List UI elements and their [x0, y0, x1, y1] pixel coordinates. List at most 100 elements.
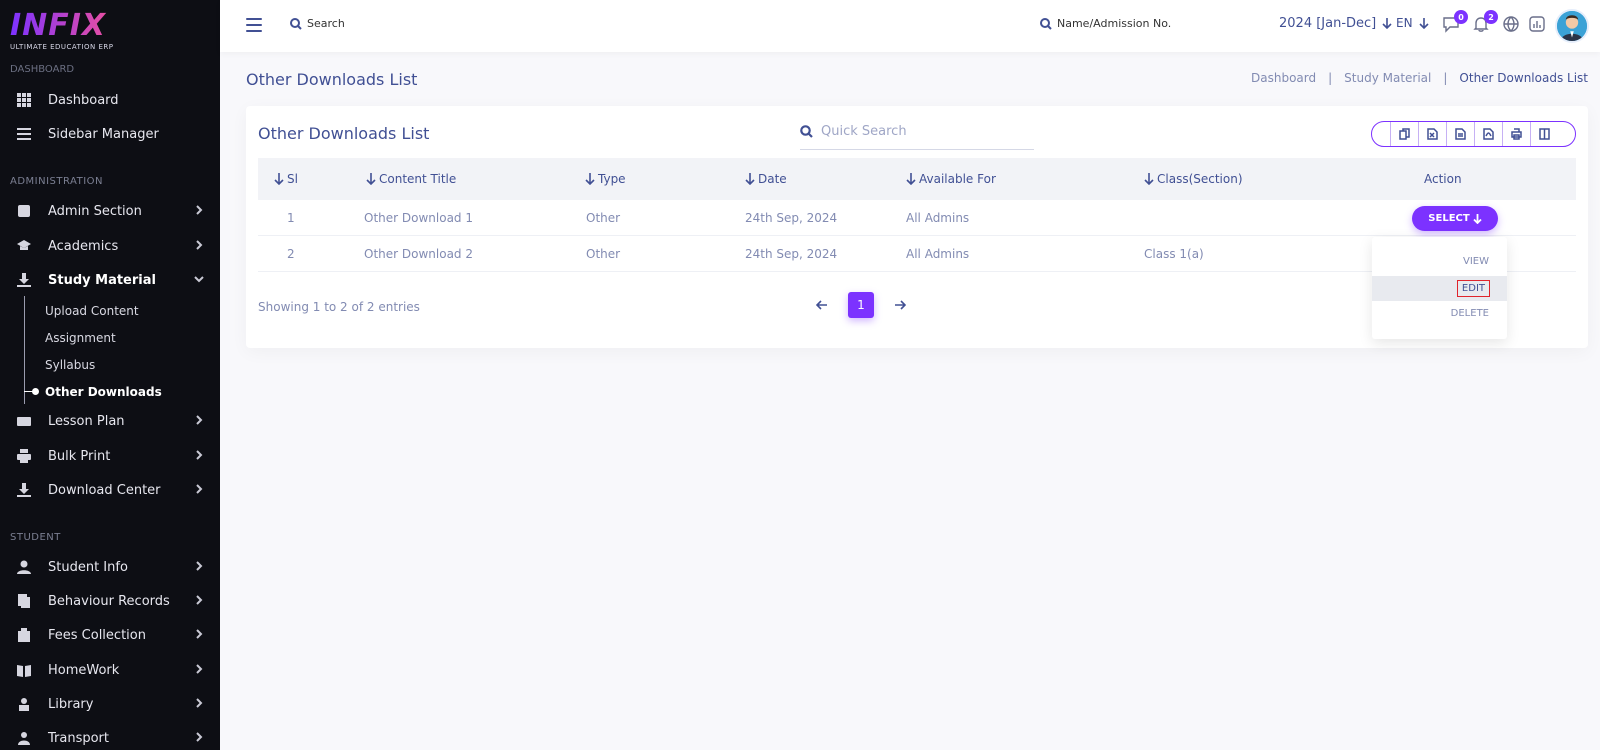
sidebar-item-label: HomeWork	[48, 662, 120, 678]
column-header-type[interactable]: Type	[585, 172, 626, 186]
pdf-button[interactable]	[1474, 122, 1502, 146]
download-icon	[0, 273, 48, 287]
chevron-right-icon	[194, 449, 204, 460]
sort-arrow-icon	[274, 173, 284, 185]
printer-icon	[0, 449, 48, 463]
top-search[interactable]: Search	[290, 17, 345, 30]
cell-content-title: Other Download 1	[364, 211, 473, 225]
chevron-right-icon	[194, 663, 204, 674]
sidebar-item-label: Sidebar Manager	[48, 126, 159, 142]
sidebar-item-sidebar-manager[interactable]: Sidebar Manager	[0, 118, 220, 150]
sidebar-item-homework[interactable]: HomeWork	[0, 654, 220, 686]
sidebar-item-behaviour-records[interactable]: Behaviour Records	[0, 585, 220, 617]
print-button[interactable]	[1502, 122, 1530, 146]
pdf-icon	[1483, 128, 1494, 140]
submenu-item-upload-content[interactable]: Upload Content	[45, 304, 139, 318]
csv-icon	[1455, 128, 1466, 140]
academic-year-selector[interactable]: 2024 [Jan-Dec]	[1279, 16, 1392, 31]
book-icon	[0, 663, 48, 677]
language-selector[interactable]: EN	[1396, 16, 1429, 30]
sidebar-item-label: Transport	[48, 730, 110, 746]
previous-page-button[interactable]	[815, 296, 828, 315]
graduation-cap-icon	[0, 239, 48, 253]
table-row: 1 Other Download 1 Other 24th Sep, 2024 …	[258, 200, 1576, 236]
arrow-down-icon	[1382, 18, 1392, 29]
sidebar-item-bulk-print[interactable]: Bulk Print	[0, 440, 220, 472]
dropdown-item-view[interactable]: VIEW	[1463, 256, 1489, 267]
notifications-button[interactable]: 2	[1472, 10, 1498, 35]
globe-button[interactable]	[1502, 15, 1522, 35]
sidebar-section-student: STUDENT	[10, 532, 61, 543]
copy-button[interactable]	[1390, 122, 1418, 146]
submenu-item-syllabus[interactable]: Syllabus	[45, 358, 95, 372]
column-header-available-for[interactable]: Available For	[906, 172, 996, 186]
select-action-button[interactable]: SELECT	[1412, 206, 1498, 231]
records-icon	[0, 594, 48, 608]
copy-icon	[1399, 128, 1410, 140]
sidebar-item-label: Student Info	[48, 559, 128, 575]
chevron-right-icon	[194, 560, 204, 571]
dropdown-item-edit[interactable]: EDIT	[1456, 280, 1490, 297]
breadcrumb: Dashboard | Study Material | Other Downl…	[1251, 71, 1588, 85]
excel-button[interactable]	[1418, 122, 1446, 146]
chart-icon	[1529, 16, 1545, 32]
admission-search-label: Name/Admission No.	[1057, 17, 1172, 30]
page-number-button[interactable]: 1	[848, 292, 874, 318]
column-header-date[interactable]: Date	[745, 172, 787, 186]
sidebar-item-library[interactable]: Library	[0, 688, 220, 720]
sidebar-item-academics[interactable]: Academics	[0, 230, 220, 262]
column-header-label: Type	[598, 172, 626, 186]
column-header-sl[interactable]: Sl	[274, 172, 298, 186]
cell-type: Other	[586, 247, 621, 261]
sidebar-item-admin-section[interactable]: Admin Section	[0, 195, 220, 227]
language-value: EN	[1396, 16, 1413, 30]
analytics-button[interactable]	[1528, 15, 1548, 35]
sidebar-item-label: Admin Section	[48, 203, 142, 219]
hamburger-menu-icon[interactable]	[246, 18, 262, 32]
breadcrumb-dashboard[interactable]: Dashboard	[1251, 71, 1316, 85]
user-icon	[0, 560, 48, 574]
csv-button[interactable]	[1446, 122, 1474, 146]
sidebar-item-lesson-plan[interactable]: Lesson Plan	[0, 405, 220, 437]
cell-content-title: Other Download 2	[364, 247, 473, 261]
sidebar-item-fees-collection[interactable]: Fees Collection	[0, 619, 220, 651]
entries-info: Showing 1 to 2 of 2 entries	[258, 300, 420, 314]
logo[interactable]: INFIX ULTIMATE EDUCATION ERP	[0, 0, 220, 62]
top-search-label: Search	[307, 17, 345, 30]
sidebar-item-dashboard[interactable]: Dashboard	[0, 84, 220, 116]
columns-button[interactable]	[1530, 122, 1558, 146]
messages-button[interactable]: 0	[1442, 10, 1468, 35]
column-header-content-title[interactable]: Content Title	[366, 172, 456, 186]
column-header-label: Date	[758, 172, 787, 186]
sidebar-item-label: Library	[48, 696, 94, 712]
sort-arrow-icon	[745, 173, 755, 185]
breadcrumb-separator: |	[1443, 71, 1448, 85]
chevron-right-icon	[194, 697, 204, 708]
next-page-button[interactable]	[894, 296, 907, 315]
column-header-label: Available For	[919, 172, 996, 186]
messages-badge: 0	[1454, 10, 1468, 24]
submenu-item-other-downloads[interactable]: Other Downloads	[45, 385, 162, 399]
sidebar-item-download-center[interactable]: Download Center	[0, 474, 220, 506]
arrow-left-icon	[815, 299, 827, 310]
globe-icon	[1503, 16, 1519, 32]
transport-icon	[0, 731, 48, 745]
column-header-class-section[interactable]: Class(Section)	[1144, 172, 1243, 186]
sidebar-item-study-material[interactable]: Study Material	[0, 264, 220, 296]
chevron-right-icon	[194, 204, 204, 215]
sidebar: INFIX ULTIMATE EDUCATION ERP DASHBOARD D…	[0, 0, 220, 750]
sidebar-item-label: Academics	[48, 238, 119, 254]
dropdown-item-delete[interactable]: DELETE	[1451, 308, 1489, 319]
submenu-item-assignment[interactable]: Assignment	[45, 331, 116, 345]
admission-search[interactable]: Name/Admission No.	[1040, 17, 1171, 30]
sidebar-item-transport[interactable]: Transport	[0, 722, 220, 750]
library-icon	[0, 697, 48, 711]
avatar[interactable]	[1555, 9, 1589, 43]
sort-arrow-icon	[366, 173, 376, 185]
sidebar-item-student-info[interactable]: Student Info	[0, 551, 220, 583]
card-title: Other Downloads List	[258, 124, 430, 143]
breadcrumb-study-material[interactable]: Study Material	[1344, 71, 1431, 85]
sort-arrow-icon	[906, 173, 916, 185]
quick-search-input[interactable]: Quick Search	[800, 114, 1034, 150]
sidebar-item-label: Behaviour Records	[48, 593, 170, 609]
